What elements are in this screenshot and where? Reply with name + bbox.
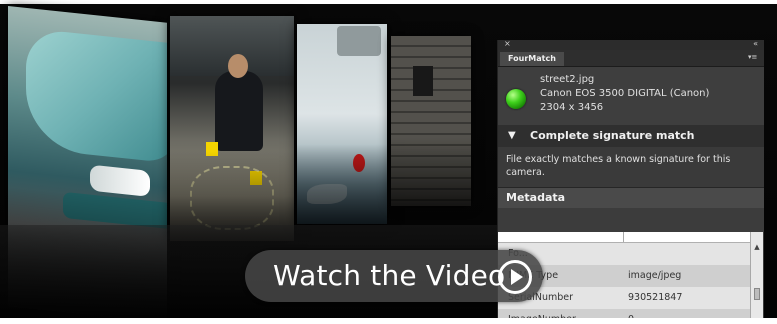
man-body-shape [215, 71, 263, 151]
panel-title-bar: × « [498, 40, 764, 50]
shark-paint-photo [297, 24, 387, 224]
column-divider[interactable] [623, 232, 624, 242]
play-icon [498, 260, 532, 294]
metadata-table-header [498, 232, 750, 243]
panel-menu-icon[interactable]: ▾≡ [748, 53, 760, 62]
scroll-up-icon[interactable]: ▲ [751, 242, 763, 252]
close-icon[interactable]: × [504, 40, 511, 48]
collapse-triangle-icon[interactable]: ▼ [508, 125, 516, 147]
metadata-scrollbar[interactable]: ▲ [750, 232, 763, 324]
image-dimensions: 2304 x 3456 [540, 102, 604, 113]
panel-tab-bar: FourMatch ▾≡ [498, 50, 764, 67]
car-headlight-shape [90, 164, 150, 197]
metadata-value: image/jpeg [628, 270, 682, 281]
match-status-icon [506, 89, 526, 109]
photo-shade [297, 144, 387, 224]
ceiling-fixture-shape [337, 26, 381, 56]
crime-scene-photo [170, 16, 294, 241]
signature-match-title: Complete signature match [530, 129, 695, 142]
top-border [0, 0, 777, 4]
photo-shade [391, 138, 471, 206]
window-shape [413, 66, 433, 96]
metadata-header[interactable]: Metadata [498, 187, 764, 208]
signature-match-description: File exactly matches a known signature f… [498, 147, 764, 187]
signature-match-header[interactable]: ▼ Complete signature match [498, 125, 764, 147]
scroll-thumb[interactable] [754, 288, 760, 300]
watch-video-label: Watch the Video [273, 259, 506, 292]
bottom-border [0, 318, 777, 324]
camera-model: Canon EOS 3500 DIGITAL (Canon) [540, 88, 710, 99]
tab-fourmatch[interactable]: FourMatch [500, 52, 564, 66]
metadata-value: 930521847 [628, 292, 683, 303]
collapse-icon[interactable]: « [753, 40, 758, 48]
file-details: street2.jpg Canon EOS 3500 DIGITAL (Cano… [540, 73, 709, 115]
file-info-section: street2.jpg Canon EOS 3500 DIGITAL (Cano… [498, 67, 764, 125]
brick-wall-photo [391, 36, 471, 206]
watch-video-button[interactable]: Watch the Video [245, 250, 543, 302]
man-head-shape [228, 54, 248, 78]
file-name: street2.jpg [540, 74, 595, 85]
car-body-shape [26, 27, 167, 164]
promo-banner: × « FourMatch ▾≡ street2.jpg Canon EOS 3… [0, 0, 777, 324]
